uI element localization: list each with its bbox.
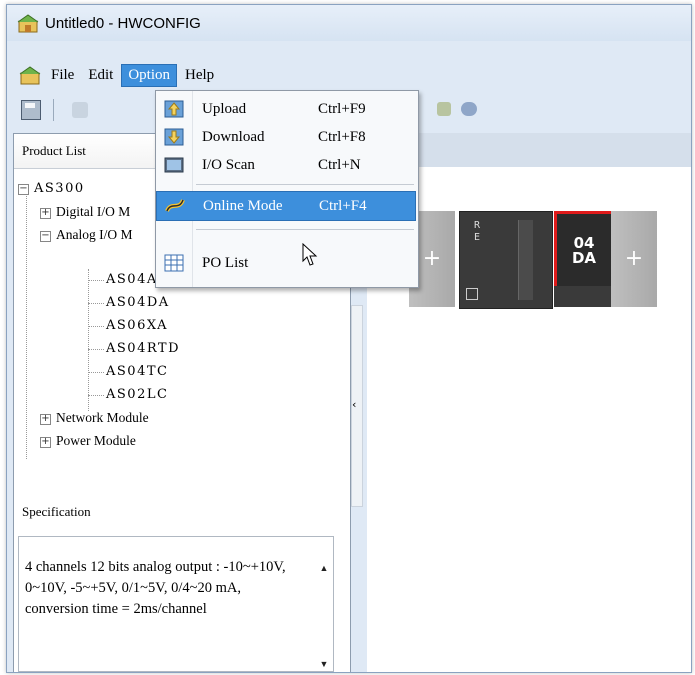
app-icon (17, 14, 39, 33)
tree-line (88, 349, 104, 350)
tree-item-digital-io[interactable]: + Digital I/O M (40, 201, 130, 223)
title-bar: Untitled0 - HWCONFIG (7, 5, 691, 41)
module-base (554, 286, 614, 307)
tree-item-as02lc[interactable]: AS02LC (106, 384, 168, 406)
document-icon (19, 66, 41, 85)
tree-item-as04rtd[interactable]: AS04RTD (106, 338, 180, 360)
menu-bar: File Edit Option Help (7, 61, 691, 89)
tree-line (88, 326, 104, 327)
tree-item-as300[interactable]: − AS300 (18, 177, 85, 199)
menu-item-po-list[interactable]: PO List (156, 249, 416, 277)
tree-line (88, 395, 104, 396)
menu-item-download[interactable]: Download Ctrl+F8 (156, 123, 416, 151)
module-as04da-selected[interactable]: 04 DA (554, 211, 614, 289)
toolbar-connect-icon[interactable] (461, 102, 477, 116)
menu-option[interactable]: Option (121, 63, 178, 87)
expand-icon[interactable]: + (40, 208, 51, 219)
menu-file[interactable]: File (45, 65, 80, 86)
specification-label: Specification (22, 504, 91, 519)
specification-area: Specification 4 channels 12 bits analog … (14, 494, 350, 672)
menu-help[interactable]: Help (179, 65, 220, 86)
collapse-left-icon[interactable]: ‹ (352, 398, 356, 411)
menu-edit[interactable]: Edit (82, 65, 119, 86)
tree-line (88, 269, 89, 411)
module-label: 04 DA (571, 234, 597, 267)
option-menu: Upload Ctrl+F9 Download Ctrl+F8 I/O Scan… (155, 90, 419, 288)
tree-item-analog-io[interactable]: − Analog I/O M (40, 224, 133, 246)
tree-item-power-module[interactable]: + Power Module (40, 430, 136, 452)
cpu-led-r: R (474, 220, 481, 231)
specification-text: 4 channels 12 bits analog output : -10~+… (25, 559, 286, 617)
cpu-led-e: E (474, 232, 481, 243)
tree-line (26, 191, 27, 459)
menu-item-io-scan[interactable]: I/O Scan Ctrl+N (156, 151, 416, 179)
mouse-cursor-icon (302, 243, 318, 266)
upload-icon (164, 100, 184, 118)
tree-line (88, 303, 104, 304)
expand-icon[interactable]: + (40, 414, 51, 425)
cpu-connector (518, 220, 533, 300)
hwconfig-window: Untitled0 - HWCONFIG File Edit Option He… (6, 4, 692, 673)
tree-item-as04tc[interactable]: AS04TC (106, 361, 168, 383)
io-scan-icon (164, 157, 184, 173)
scroll-up-icon[interactable]: ▲ (317, 561, 331, 575)
tree-line (88, 372, 104, 373)
online-mode-icon (165, 199, 185, 212)
download-icon (164, 128, 184, 146)
cpu-module[interactable]: R E (459, 211, 553, 309)
add-slot-right-button[interactable]: + (611, 211, 657, 307)
tree-item-as04da[interactable]: AS04DA (106, 292, 170, 314)
menu-item-upload[interactable]: Upload Ctrl+F9 (156, 95, 416, 123)
menu-item-online-mode[interactable]: Online Mode Ctrl+F4 (156, 191, 416, 221)
save-icon[interactable] (21, 100, 41, 120)
scroll-down-icon[interactable]: ▼ (317, 657, 331, 671)
toolbar-disabled-icon[interactable] (72, 102, 88, 118)
menu-separator (196, 229, 414, 230)
cpu-port (466, 288, 478, 300)
toolbar-tool-icon[interactable] (437, 102, 451, 116)
window-title: Untitled0 - HWCONFIG (45, 14, 201, 32)
po-list-icon (164, 254, 184, 272)
collapse-icon[interactable]: − (18, 184, 29, 195)
toolbar-separator (53, 99, 54, 121)
menu-separator (196, 184, 414, 185)
tree-item-as06xa[interactable]: AS06XA (106, 315, 168, 337)
panel-splitter[interactable]: ‹ (351, 305, 363, 507)
collapse-icon[interactable]: − (40, 231, 51, 242)
tree-line (88, 280, 104, 281)
tree-item-network-module[interactable]: + Network Module (40, 407, 149, 429)
expand-icon[interactable]: + (40, 437, 51, 448)
specification-box: 4 channels 12 bits analog output : -10~+… (18, 536, 334, 672)
